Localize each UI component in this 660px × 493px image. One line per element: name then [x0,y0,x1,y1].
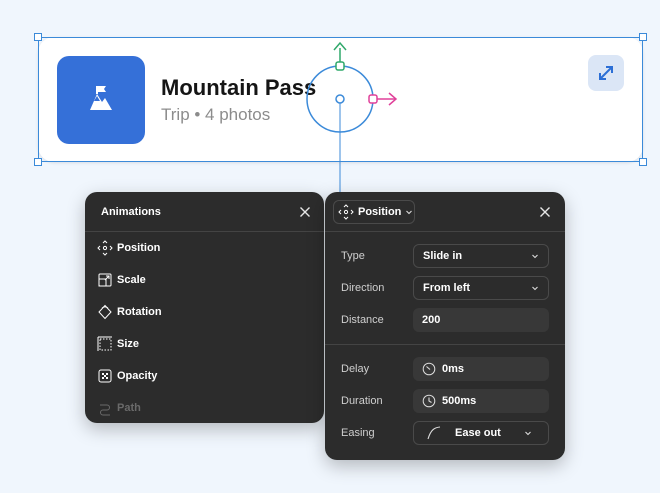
easing-label: Easing [341,427,375,439]
duration-value: 500ms [442,395,477,407]
animation-item-label: Scale [117,274,146,286]
close-position-button[interactable] [537,204,553,220]
type-select[interactable]: Slide in [413,244,549,268]
direction-value: From left [423,282,471,294]
animations-panel: Animations Position Scale Rotation Size … [85,192,324,423]
chevron-down-icon [532,286,538,291]
position-settings-panel: Position Type Slide in Direction From le… [325,192,565,460]
delay-value: 0ms [442,363,465,375]
close-icon [300,207,310,217]
path-icon [100,404,110,416]
animation-type-dropdown[interactable]: Position [333,200,415,224]
animation-item-path: Path [97,398,297,418]
animation-item-label: Path [117,402,141,414]
animation-item-label: Size [117,338,140,350]
delay-input[interactable]: 0ms [413,357,549,381]
animation-item-size[interactable]: Size [97,334,297,354]
rotation-icon [98,304,112,320]
distance-value: 200 [422,314,441,326]
opacity-icon [98,369,112,383]
position-icon [97,240,113,256]
close-animations-button[interactable] [297,204,313,220]
distance-input[interactable]: 200 [413,308,549,332]
scale-icon [98,273,112,287]
close-icon [540,207,550,217]
size-icon [97,336,112,351]
clock-icon [422,394,436,408]
chevron-down-icon [406,210,413,215]
animation-item-opacity[interactable]: Opacity [97,366,297,386]
animation-item-scale[interactable]: Scale [97,270,297,290]
easing-select[interactable]: Ease out [413,421,549,445]
direction-label: Direction [341,282,385,294]
dropdown-label: Position [358,206,402,218]
type-label: Type [341,250,365,262]
type-value: Slide in [423,250,463,262]
animation-item-label: Opacity [117,370,158,382]
direction-select[interactable]: From left [413,276,549,300]
canvas: Mountain Pass Trip • 4 photos Animations [0,0,660,493]
animation-item-label: Rotation [117,306,162,318]
position-icon [338,204,354,220]
delay-label: Delay [341,363,370,375]
easing-value: Ease out [455,427,501,439]
animation-item-rotation[interactable]: Rotation [97,302,297,322]
ease-curve-icon [427,426,441,440]
duration-label: Duration [341,395,383,407]
chevron-down-icon [532,254,538,259]
animation-item-position[interactable]: Position [97,238,297,258]
delay-timer-icon [422,362,436,376]
animation-item-label: Position [117,242,161,254]
duration-input[interactable]: 500ms [413,389,549,413]
distance-label: Distance [341,314,384,326]
animations-panel-title: Animations [101,206,161,218]
chevron-down-icon [525,431,531,436]
